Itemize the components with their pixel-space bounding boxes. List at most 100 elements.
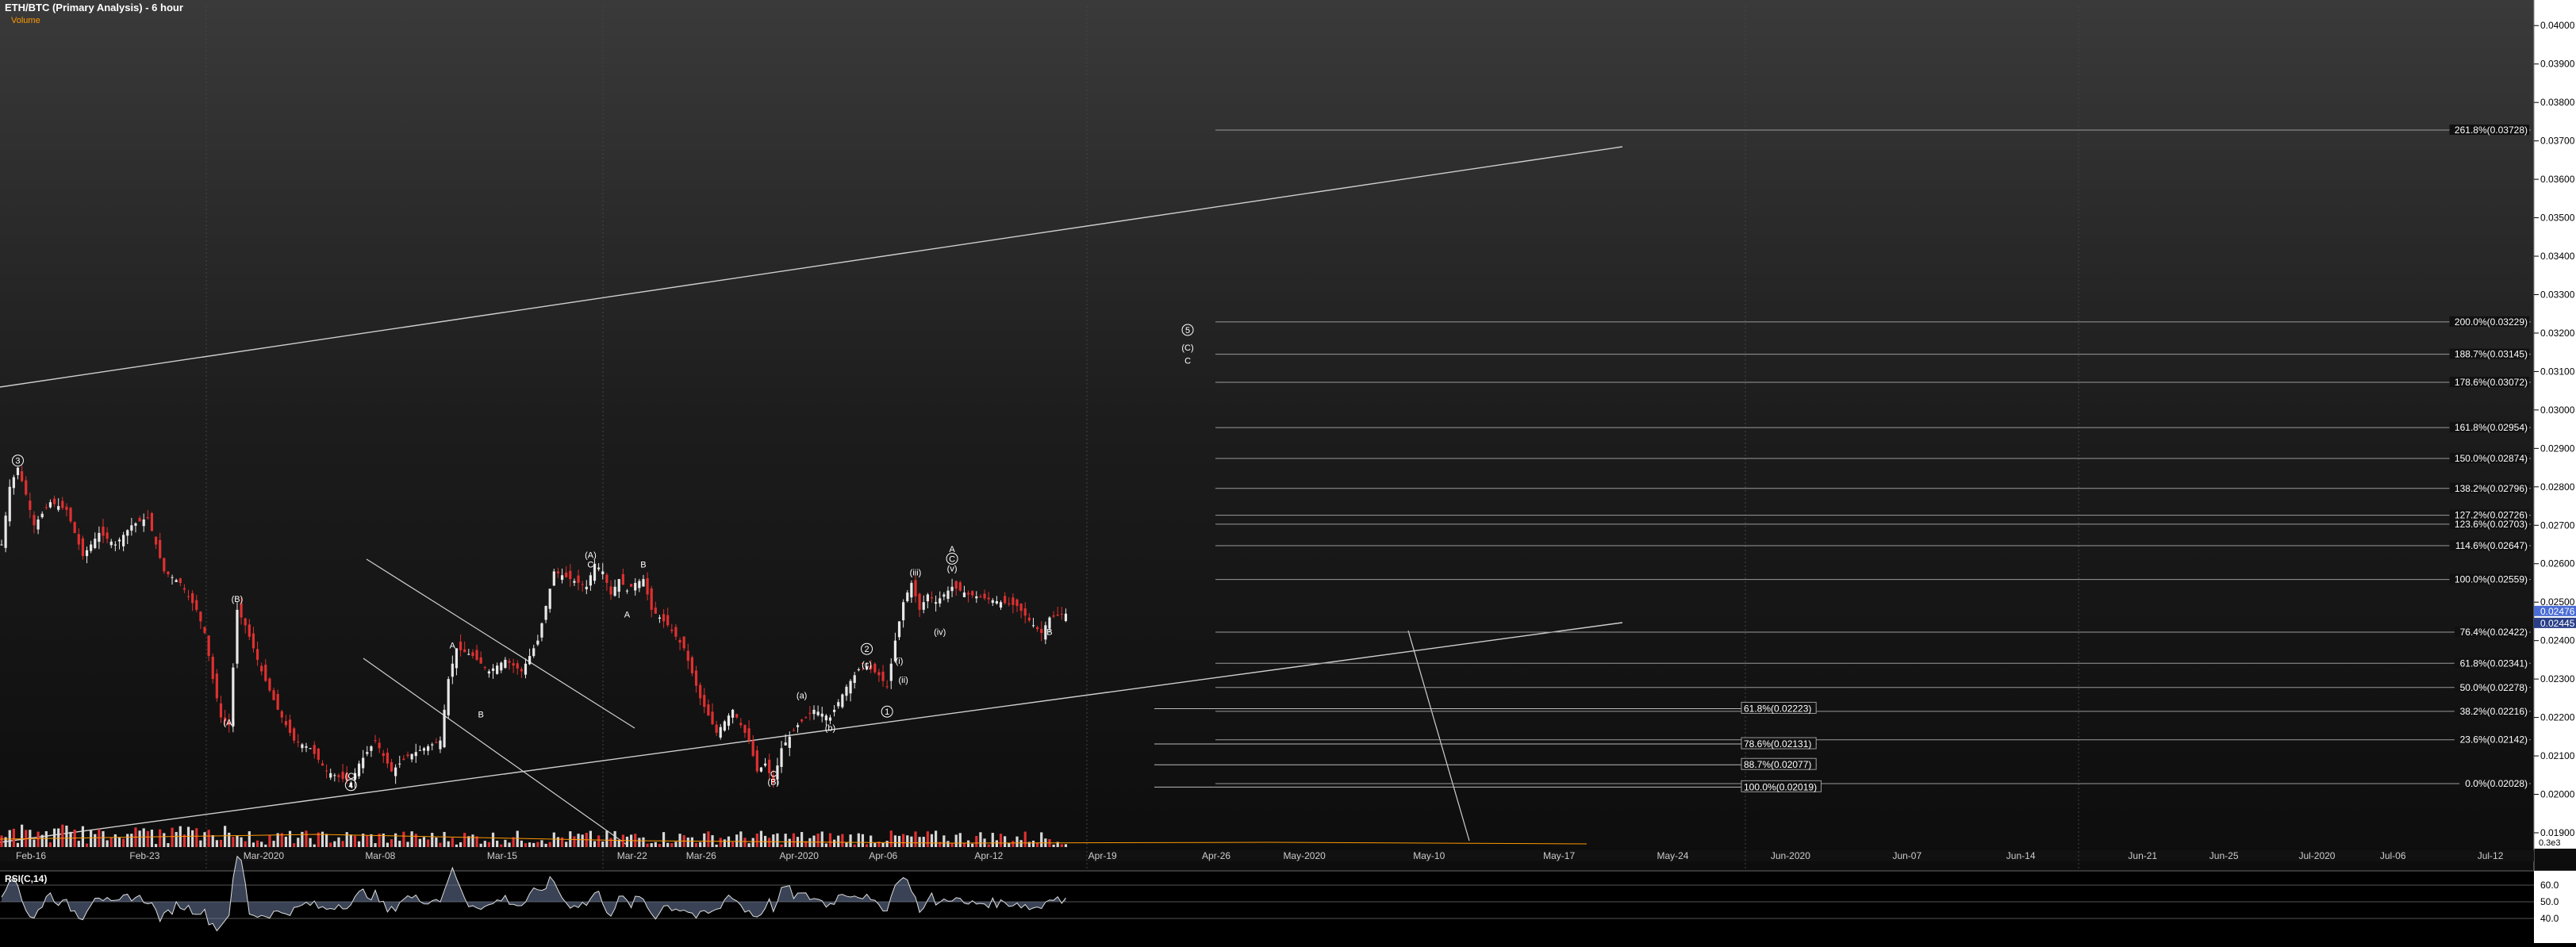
candle-body (378, 742, 381, 749)
candle-body (394, 767, 397, 776)
candle-body (69, 508, 72, 522)
candle-body (1004, 596, 1007, 604)
wave-label: C (1184, 357, 1191, 366)
current-price-tag-secondary: 0.02445 (2534, 617, 2576, 629)
svg-text:178.6%(0.03072): 178.6%(0.03072) (2455, 377, 2528, 388)
candle-body (475, 650, 478, 660)
volume-bar (301, 831, 304, 847)
volume-bars (0, 824, 1068, 847)
volume-bar (540, 840, 543, 847)
candle-body (182, 588, 186, 590)
volume-bar (163, 833, 166, 847)
svg-text:(B): (B) (767, 777, 779, 787)
candle-body (995, 600, 998, 604)
fib-level-label: 138.2%(0.02796) (2449, 482, 2529, 494)
candle-body (902, 602, 905, 621)
volume-bar (52, 828, 56, 847)
volume-bar (975, 836, 978, 847)
candle-body (715, 724, 718, 733)
candle-body (512, 663, 515, 666)
volume-bar (81, 826, 84, 847)
svg-text:C: C (1184, 357, 1191, 366)
svg-text:88.7%(0.02077): 88.7%(0.02077) (1744, 759, 1811, 770)
time-tick-label: Mar-15 (487, 850, 517, 861)
volume-bar (861, 834, 865, 847)
volume-bar (638, 838, 641, 847)
volume-bar (735, 834, 739, 847)
svg-text:161.8%(0.02954): 161.8%(0.02954) (2455, 422, 2528, 433)
volume-bar (16, 842, 20, 847)
candle-body (29, 500, 32, 510)
candle-body (98, 532, 101, 543)
volume-bar (532, 842, 536, 847)
candle-body (175, 580, 178, 582)
candle-body (341, 772, 344, 780)
candle-body (16, 467, 20, 476)
candle-body (418, 750, 421, 751)
candle-body (126, 530, 129, 536)
wave-label: (c) (862, 661, 872, 670)
svg-text:261.8%(0.03728): 261.8%(0.03728) (2455, 125, 2528, 136)
volume-bar (666, 842, 670, 847)
candle-body (264, 665, 267, 681)
volume-bar (918, 837, 921, 847)
candle-body (280, 711, 283, 718)
volume-bar (857, 833, 860, 847)
volume-bar (21, 824, 24, 847)
candle-body (642, 579, 645, 587)
volume-bar (345, 832, 348, 847)
price-tick-label: 0.03200 (2540, 328, 2575, 339)
wave-label: C (946, 552, 958, 565)
svg-text:61.8%(0.02223): 61.8%(0.02223) (1744, 703, 1811, 714)
candle-body (207, 635, 210, 657)
candle-body (479, 657, 482, 664)
volume-bar (873, 842, 877, 847)
volume-bar (374, 843, 377, 847)
candle-body (699, 684, 702, 699)
wave-label: (ii) (899, 676, 908, 685)
candle-body (638, 581, 641, 589)
candle-body (390, 761, 394, 772)
volume-bar (816, 834, 820, 847)
volume-bar (260, 842, 263, 847)
candle-body (1052, 615, 1055, 617)
candle-body (398, 763, 401, 765)
candle-body (682, 636, 685, 649)
volume-bar (69, 831, 72, 847)
volume-bar (536, 842, 539, 847)
candle-body (459, 641, 463, 650)
volume-bar (325, 834, 328, 847)
volume-bar (109, 837, 113, 847)
candle-body (731, 709, 735, 718)
retrace-level-label: 78.6%(0.02131) (1741, 737, 1817, 750)
volume-bar (670, 843, 674, 847)
candle-body (357, 763, 361, 776)
volume-bar (297, 838, 300, 847)
candle-body (621, 573, 624, 585)
svg-text:(A): (A) (223, 718, 235, 727)
candle-body (987, 597, 990, 600)
volume-bar (431, 833, 434, 847)
candles (0, 465, 1068, 788)
volume-bar (353, 835, 357, 847)
candle-body (796, 725, 800, 727)
svg-text:B: B (478, 711, 483, 720)
volume-bar (504, 839, 507, 847)
candle-body (565, 572, 568, 577)
volume-bar (768, 838, 771, 847)
candle-body (625, 590, 629, 592)
candle-body (317, 748, 320, 760)
candle-body (763, 763, 767, 766)
candle-body (260, 665, 263, 672)
projection-line (1407, 630, 1470, 842)
retrace-level-label: 61.8%(0.02223) (1741, 701, 1817, 714)
volume-bar (678, 834, 681, 847)
fib-level-label: 150.0%(0.02874) (2449, 452, 2529, 464)
candle-body (532, 648, 536, 657)
candle-body (922, 602, 925, 610)
volume-bar (707, 831, 710, 847)
candle-body (195, 600, 198, 610)
candle-body (106, 532, 109, 539)
candle-body (410, 753, 413, 760)
time-tick-label: Apr-26 (1202, 850, 1230, 861)
